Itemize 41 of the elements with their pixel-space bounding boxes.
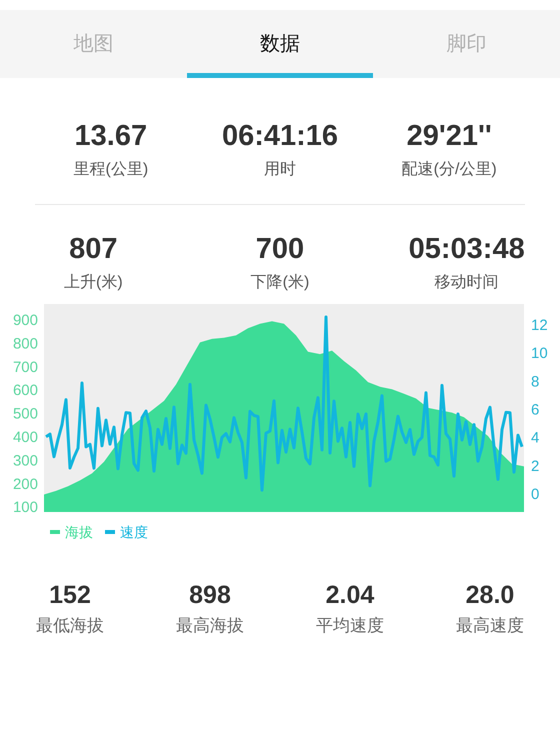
legend-label: 海拔 — [65, 522, 93, 542]
axis-tick-label: 900 — [12, 312, 38, 329]
stat-value: 700 — [256, 232, 304, 267]
axis-tick-label: 10 — [531, 345, 548, 362]
stat-value: 06:41:16 — [222, 119, 338, 154]
axis-tick-label: 100 — [12, 499, 38, 516]
stat-label: 上升(米) — [64, 272, 123, 293]
axis-tick-label: 6 — [531, 402, 540, 419]
tab[interactable]: 脚印 — [373, 10, 560, 78]
axis-tick-label: 2 — [531, 458, 540, 475]
axis-tick-label: 4 — [531, 430, 540, 447]
tab[interactable]: 地图 — [0, 10, 187, 78]
stat-value: 29'21'' — [406, 119, 492, 154]
stat-value: 807 — [69, 232, 118, 267]
axis-tick-label: 800 — [12, 335, 38, 352]
stat-value: 13.67 — [74, 119, 148, 154]
legend-label: 速度 — [120, 522, 148, 542]
tab[interactable]: 数据 — [186, 10, 374, 78]
axis-tick-label: 8 — [531, 373, 540, 390]
stat-label: 里程(公里) — [74, 160, 148, 180]
stat-value: 152 — [49, 580, 91, 611]
stat-label: 最低海拔 — [36, 615, 104, 637]
stat-label: 下降(米) — [250, 272, 310, 293]
stat-label: 平均速度 — [316, 615, 384, 637]
axis-tick-label: 300 — [12, 452, 38, 470]
stat-label: 最高海拔 — [176, 615, 244, 637]
axis-tick-label: 200 — [12, 476, 38, 493]
axis-tick-label: 500 — [12, 406, 38, 423]
stat-value: 2.04 — [326, 580, 374, 611]
stat-value: 05:03:48 — [408, 232, 525, 267]
axis-tick-label: 600 — [12, 382, 38, 400]
axis-tick-label: 12 — [531, 317, 548, 334]
axis-tick-label: 400 — [12, 428, 38, 446]
stat-label: 最高速度 — [456, 615, 524, 637]
stat-label: 用时 — [264, 160, 296, 180]
axis-tick-label: 700 — [12, 358, 38, 376]
axis-tick-label: 0 — [531, 486, 540, 503]
stat-value: 898 — [189, 580, 231, 611]
stat-value: 28.0 — [466, 580, 514, 611]
stat-label: 移动时间 — [434, 272, 499, 293]
stat-label: 配速(分/公里) — [402, 160, 497, 180]
